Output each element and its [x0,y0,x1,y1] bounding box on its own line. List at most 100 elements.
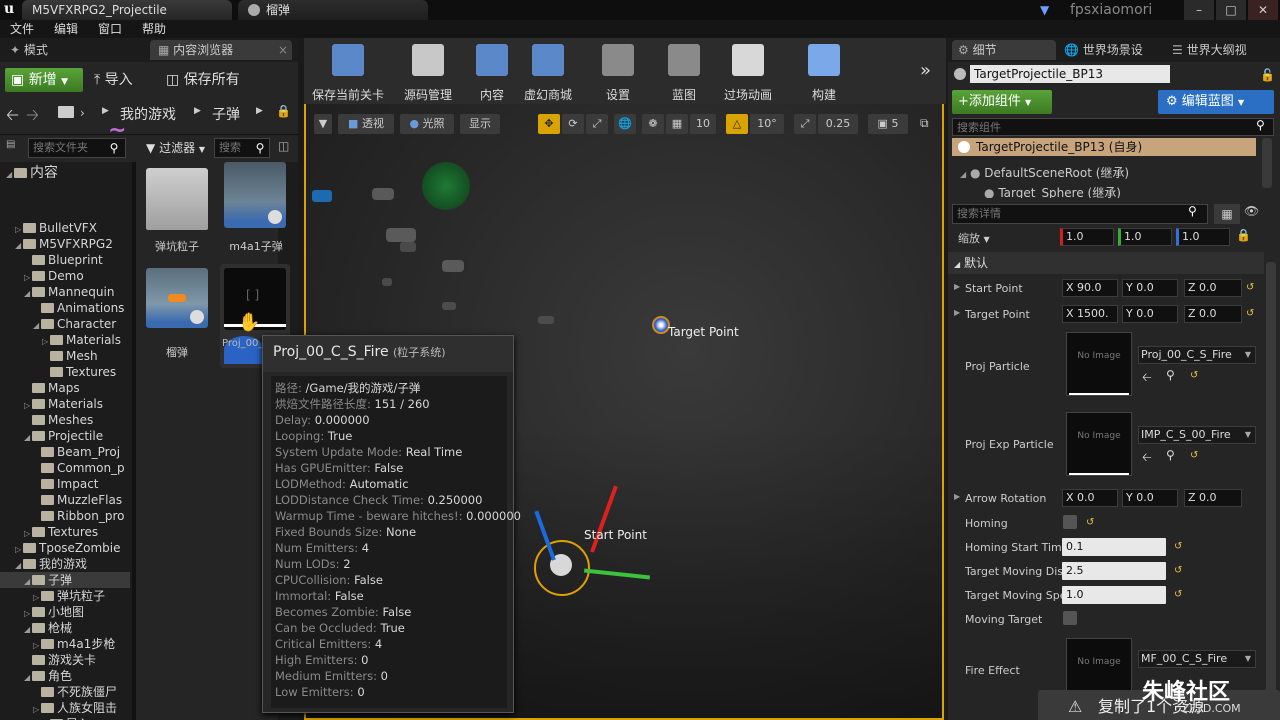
tab-world-outliner[interactable]: ☰ 世界大纲视 [1172,40,1276,60]
doc-tab-blueprint[interactable]: 榴弹 [238,0,428,20]
add-component-button[interactable]: +添加组件 ▼ [952,90,1052,114]
lock-icon[interactable]: 🔒 [276,104,291,118]
details-scrollbar[interactable] [1266,262,1276,692]
arrow-rotation-y-field[interactable]: Y 0.0 [1122,489,1178,507]
back-arrow-icon[interactable]: 🡠 [6,104,19,131]
folder-icon[interactable] [58,106,74,118]
proj-particle-thumbnail[interactable]: No Image [1066,332,1132,396]
search-details-input[interactable]: 搜索详情 [952,204,1208,224]
scale-z-field[interactable]: 1.0 [1176,228,1230,246]
tree-item[interactable]: ◢ 枪械 [0,620,130,636]
target-point-y-field[interactable]: Y 0.0 [1122,305,1178,323]
scale-snap-icon[interactable]: ⤢ [794,114,816,134]
forward-arrow-icon[interactable]: 🡢 [26,104,39,131]
maximize-icon[interactable]: □ [1216,0,1246,20]
search-icon[interactable]: ⚲ [1188,204,1197,218]
reset-to-default-icon[interactable]: ↺ [1246,308,1254,319]
actor-name-field[interactable]: TargetProjectile_BP13 [970,65,1170,83]
scale-x-field[interactable]: 1.0 [1060,228,1114,246]
edit-blueprint-button[interactable]: ⚙ 编辑蓝图 ▼ [1158,90,1274,114]
property-matrix-icon[interactable]: ▦ [1214,204,1240,224]
grid-snap-icon[interactable]: ▦ [666,114,688,134]
rotate-tool-icon[interactable]: ⟳ [562,114,584,134]
reset-to-default-icon[interactable]: ↺ [1086,517,1094,528]
camera-speed-button[interactable]: ▣ 5 [868,114,908,134]
reset-to-default-icon[interactable]: ↺ [1174,565,1182,576]
green-sphere[interactable] [422,162,470,210]
collapsed-arrow-icon[interactable]: ▷ [24,606,32,620]
tree-item[interactable]: ◢ 角色 [0,668,130,684]
filter-button[interactable]: ▼ 过滤器 ▼ [146,138,205,158]
add-new-button[interactable]: ▣ 新增 ▼ [5,68,83,92]
breadcrumb-bullets[interactable]: 子弹 [212,104,240,124]
expanded-arrow-icon[interactable]: ◢ [24,622,32,636]
scale-y-field[interactable]: 1.0 [1118,228,1172,246]
tree-item[interactable]: 不死族僵尸 [0,684,130,700]
tree-item[interactable]: ▷ Demo [0,268,130,284]
expanded-arrow-icon[interactable]: ◢ [15,238,23,252]
expanded-arrow-icon[interactable]: ◢ [24,574,32,588]
tree-item[interactable]: Beam_Proj [0,444,130,460]
collapsed-arrow-icon[interactable]: ▷ [15,222,23,236]
component-self-row[interactable]: TargetProjectile_BP13 (自身) [952,138,1256,156]
toolbar-button-build[interactable]: 构建 [784,44,864,103]
static-mesh[interactable] [372,188,394,200]
toolbar-button-marketplace[interactable]: 虚幻商城 [508,44,588,103]
asset-thumb-grenade[interactable] [146,268,208,328]
close-icon[interactable]: × [278,40,288,60]
maximize-viewport-icon[interactable]: ⧉ [920,116,929,131]
moving-target-checkbox[interactable] [1063,611,1077,625]
search-icon[interactable]: ⚲ [104,138,124,158]
lock-icon[interactable]: 🔓 [1260,68,1275,82]
tree-item[interactable]: ◢ 我的游戏 [0,556,130,572]
tree-item[interactable]: ▷ BulletVFX [0,220,130,236]
arrow-rotation-z-field[interactable]: Z 0.0 [1184,489,1242,507]
search-components-input[interactable]: 搜索组件 [952,118,1274,136]
component-row[interactable]: ● Target_Sphere (继承) [984,184,1121,198]
collapsed-arrow-icon[interactable]: ▷ [33,590,41,604]
tree-item[interactable]: ▷ 人族女阻击 [0,700,130,716]
expanded-arrow-icon[interactable]: ◢ [24,286,32,300]
static-mesh[interactable] [442,302,456,310]
menu-file[interactable]: 文件 [10,20,34,38]
lock-icon[interactable]: 🔒 [1236,228,1251,242]
tree-item[interactable]: Mesh [0,348,130,364]
tree-item[interactable]: Animations [0,300,130,316]
expand-icon[interactable]: ▶ [954,282,960,291]
tree-item[interactable]: Common_p [0,460,130,476]
toolbar-overflow-icon[interactable]: » [920,60,931,81]
reset-to-default-icon[interactable]: ↺ [1246,282,1254,293]
tree-item[interactable]: ◢ 子弹 [0,572,130,588]
menu-help[interactable]: 帮助 [142,20,166,38]
tree-item[interactable]: ▷导入 [0,716,130,720]
tab-content-browser[interactable]: ▦ 内容浏览器 × [150,40,292,60]
proj-exp-particle-thumbnail[interactable]: No Image [1066,412,1132,476]
minimize-icon[interactable]: – [1184,0,1214,20]
tree-item[interactable]: Ribbon_pro [0,508,130,524]
collapsed-arrow-icon[interactable]: ▷ [33,702,41,716]
collapsed-arrow-icon[interactable]: ▷ [33,638,41,652]
asset-thumb-m4a1-bullet[interactable] [224,162,286,228]
browse-search-icon[interactable]: ⚲ [1166,368,1175,382]
proj-exp-particle-combo[interactable]: IMP_C_S_00_Fire ▼ [1138,426,1256,444]
world-space-icon[interactable]: 🌐 [614,114,636,134]
tree-item[interactable]: Impact [0,476,130,492]
homing-checkbox[interactable] [1063,515,1077,529]
import-button[interactable]: ⤒ 导入 [94,68,158,92]
rotation-snap-icon[interactable]: △ [726,114,748,134]
collapsed-arrow-icon[interactable]: ▷ [24,526,32,540]
menu-edit[interactable]: 编辑 [54,20,78,38]
static-mesh[interactable] [538,316,554,324]
tab-world-settings[interactable]: 🌐 世界场景设 [1064,40,1164,60]
expanded-arrow-icon[interactable]: ◢ [24,670,32,684]
tree-item[interactable]: Maps [0,380,130,396]
toolbar-button-save[interactable]: 保存当前关卡 [308,44,388,103]
start-point-x-field[interactable]: X 90.0 [1062,279,1118,297]
tree-options-icon[interactable]: ▤ [6,139,15,150]
grid-snap-value[interactable]: 10 [690,114,716,134]
tree-item[interactable]: ▷ 小地图 [0,604,130,620]
notification-flag-icon[interactable]: ▼ [1040,3,1056,17]
static-mesh[interactable] [386,228,416,242]
reset-to-default-icon[interactable]: ↺ [1174,589,1182,600]
tree-item[interactable]: ▷ TposeZombie [0,540,130,556]
